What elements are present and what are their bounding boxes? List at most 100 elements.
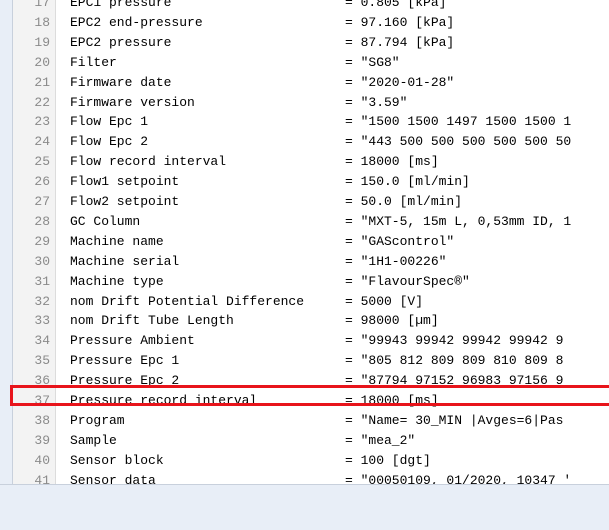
line-number: 25 bbox=[34, 154, 50, 170]
property-key: Sensor block bbox=[70, 452, 164, 468]
property-key: Pressure Epc 2 bbox=[70, 373, 180, 389]
line-number: 30 bbox=[34, 253, 50, 269]
property-key: Pressure Ambient bbox=[70, 333, 195, 349]
property-key: Filter bbox=[70, 54, 117, 70]
property-key: Flow Epc 2 bbox=[70, 134, 149, 150]
editor-line[interactable]: 27 Flow2 setpoint = 50.0 [ml/min] bbox=[13, 194, 609, 210]
property-key: EPC2 end-pressure bbox=[70, 14, 203, 30]
editor-line[interactable]: 35 Pressure Epc 1 = "805 812 809 809 810 8… bbox=[13, 353, 609, 369]
editor-line[interactable]: 33 nom Drift Tube Length = 98000 [µm] bbox=[13, 313, 609, 329]
line-number: 26 bbox=[34, 174, 50, 190]
property-value: = "99943 99942 99942 99942 9 bbox=[345, 333, 564, 349]
editor-line[interactable]: 24 Flow Epc 2 = "443 500 500 500 500 500 5… bbox=[13, 134, 609, 150]
property-key: EPC2 pressure bbox=[70, 34, 172, 50]
editor-line[interactable]: 22 Firmware version = "3.59" bbox=[13, 95, 609, 111]
property-value: = 18000 [ms] bbox=[345, 154, 439, 170]
property-key: Machine type bbox=[70, 273, 164, 289]
editor-line[interactable]: 37 Pressure record interval = 18000 [ms] bbox=[13, 393, 609, 409]
property-value: = 87.794 [kPa] bbox=[345, 34, 455, 50]
window-left-frame bbox=[0, 0, 13, 529]
editor-line[interactable]: 21 Firmware date = "2020-01-28" bbox=[13, 75, 609, 91]
property-key: Flow Epc 1 bbox=[70, 114, 149, 130]
property-key: Sample bbox=[70, 432, 117, 448]
editor-line[interactable]: 23 Flow Epc 1 = "1500 1500 1497 1500 1500 … bbox=[13, 114, 609, 130]
line-number: 18 bbox=[34, 14, 50, 30]
property-value: = 18000 [ms] bbox=[345, 393, 439, 408]
property-key: Flow1 setpoint bbox=[70, 174, 180, 190]
property-value: = 100 [dgt] bbox=[345, 452, 431, 468]
property-key: Program bbox=[70, 412, 125, 428]
text-editor[interactable]: 17 EPC1 pressure = 0.805 [kPa] 18 EPC2 end-p… bbox=[13, 0, 609, 484]
property-value: = "2020-01-28" bbox=[345, 74, 455, 90]
property-key: EPC1 pressure bbox=[70, 0, 172, 10]
property-value: = "1500 1500 1497 1500 1500 1 bbox=[345, 114, 572, 130]
editor-line[interactable]: 41 Sensor data = "00050109, 01/2020, 10347… bbox=[13, 473, 609, 484]
property-value: = "FlavourSpec®" bbox=[345, 273, 470, 289]
line-number: 31 bbox=[34, 273, 50, 289]
line-number: 21 bbox=[34, 74, 50, 90]
line-number: 22 bbox=[34, 94, 50, 110]
property-key: GC Column bbox=[70, 213, 141, 229]
property-key: Pressure Epc 1 bbox=[70, 353, 180, 369]
property-value: = 5000 [V] bbox=[345, 293, 424, 309]
line-number: 29 bbox=[34, 233, 50, 249]
line-number: 32 bbox=[34, 293, 50, 309]
editor-line[interactable]: 17 EPC1 pressure = 0.805 [kPa] bbox=[13, 0, 609, 11]
editor-line[interactable]: 20 Filter = "SG8" bbox=[13, 55, 609, 71]
line-number: 33 bbox=[34, 313, 50, 329]
property-value: = "1H1-00226" bbox=[345, 253, 447, 269]
property-value: = 98000 [µm] bbox=[345, 313, 439, 329]
editor-line[interactable]: 26 Flow1 setpoint = 150.0 [ml/min] bbox=[13, 174, 609, 190]
editor-line[interactable]: 19 EPC2 pressure = 87.794 [kPa] bbox=[13, 35, 609, 51]
property-key: Firmware date bbox=[70, 74, 172, 90]
line-number: 27 bbox=[34, 194, 50, 209]
editor-line[interactable]: 34 Pressure Ambient = "99943 99942 99942 9… bbox=[13, 333, 609, 349]
property-value: = "87794 97152 96983 97156 9 bbox=[345, 373, 564, 389]
editor-line[interactable]: 40 Sensor block = 100 [dgt] bbox=[13, 453, 609, 469]
editor-line[interactable]: 31 Machine type = "FlavourSpec®" bbox=[13, 274, 609, 290]
editor-line[interactable]: 29 Machine name = "GAScontrol" bbox=[13, 234, 609, 250]
property-value: = "00050109, 01/2020, 10347 ' bbox=[345, 472, 572, 484]
property-key: Flow record interval bbox=[70, 154, 227, 170]
line-number: 23 bbox=[34, 114, 50, 130]
editor-line[interactable]: 30 Machine serial = "1H1-00226" bbox=[13, 254, 609, 270]
editor-line[interactable]: 39 Sample = "mea_2" bbox=[13, 433, 609, 449]
editor-line[interactable]: 18 EPC2 end-pressure = 97.160 [kPa] bbox=[13, 15, 609, 31]
line-number: 17 bbox=[34, 0, 50, 10]
line-number: 28 bbox=[34, 213, 50, 229]
property-value: = 0.805 [kPa] bbox=[345, 0, 447, 10]
line-number: 19 bbox=[34, 34, 50, 50]
line-number: 35 bbox=[34, 353, 50, 369]
line-number: 20 bbox=[34, 54, 50, 70]
property-key: nom Drift Potential Difference bbox=[70, 293, 305, 309]
property-key: Machine name bbox=[70, 233, 164, 249]
property-value: = "443 500 500 500 500 500 50 bbox=[345, 134, 572, 150]
property-value: = "SG8" bbox=[345, 54, 400, 70]
property-key: Flow2 setpoint bbox=[70, 194, 180, 209]
property-key: Pressure record interval bbox=[70, 393, 258, 408]
line-number: 41 bbox=[34, 472, 50, 484]
property-key: Sensor data bbox=[70, 472, 156, 484]
property-value: = "mea_2" bbox=[345, 432, 416, 448]
editor-line[interactable]: 28 GC Column = "MXT-5, 15m L, 0,53mm ID, 1 bbox=[13, 214, 609, 230]
line-number: 36 bbox=[34, 373, 50, 389]
editor-line[interactable]: 36 Pressure Epc 2 = "87794 97152 96983 971… bbox=[13, 373, 609, 389]
line-number: 37 bbox=[34, 393, 50, 408]
editor-line[interactable]: 25 Flow record interval = 18000 [ms] bbox=[13, 154, 609, 170]
editor-line[interactable]: 38 Program = "Name= 30_MIN |Avges=6|Pas bbox=[13, 413, 609, 429]
property-value: = "805 812 809 809 810 809 8 bbox=[345, 353, 564, 369]
property-key: Firmware version bbox=[70, 94, 195, 110]
property-value: = 50.0 [ml/min] bbox=[345, 194, 463, 209]
property-value: = "Name= 30_MIN |Avges=6|Pas bbox=[345, 412, 564, 428]
property-key: Machine serial bbox=[70, 253, 180, 269]
property-value: = "MXT-5, 15m L, 0,53mm ID, 1 bbox=[345, 213, 572, 229]
window-bottom-frame bbox=[0, 484, 609, 530]
property-value: = 97.160 [kPa] bbox=[345, 14, 455, 30]
property-value: = "GAScontrol" bbox=[345, 233, 455, 249]
property-value: = 150.0 [ml/min] bbox=[345, 174, 470, 190]
property-value: = "3.59" bbox=[345, 94, 408, 110]
line-number: 38 bbox=[34, 412, 50, 428]
editor-line[interactable]: 32 nom Drift Potential Difference = 5000 [… bbox=[13, 294, 609, 310]
line-number: 24 bbox=[34, 134, 50, 150]
line-number: 40 bbox=[34, 452, 50, 468]
